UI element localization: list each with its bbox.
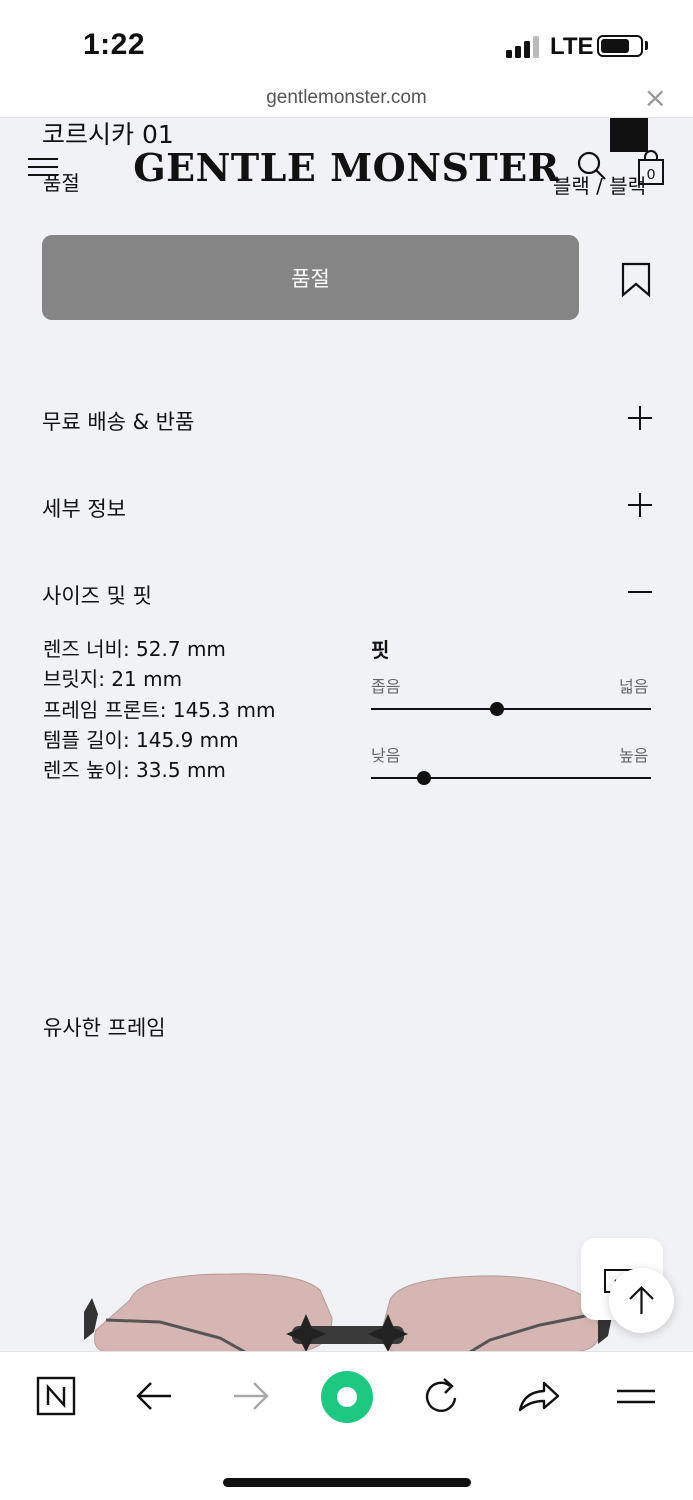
naver-icon[interactable] [31,1374,81,1420]
slider-knob [490,702,504,716]
url-bar[interactable]: gentlemonster.com × [0,84,693,118]
url-text[interactable]: gentlemonster.com [0,87,693,109]
battery-icon [597,35,643,57]
status-bar: 1:22 LTE [0,0,693,84]
accordion-label[interactable]: 세부 정보 [42,493,126,523]
size-bridge: 브릿지: 21 mm [43,667,183,692]
accordion-details[interactable]: 세부 정보 [42,487,652,527]
scroll-top-button[interactable] [609,1268,674,1333]
signal-icon [506,36,540,58]
shopping-bag-icon[interactable]: 0 [636,150,666,186]
fit-height-max-label: 높음 [619,746,649,765]
product-image[interactable] [70,1270,630,1352]
fit-width-min-label: 좁음 [371,677,401,696]
back-arrow-icon[interactable] [129,1374,179,1420]
size-lens-height: 렌즈 높이: 33.5 mm [43,758,226,783]
slider-track [371,777,651,779]
accordion-label[interactable]: 사이즈 및 핏 [42,580,152,610]
size-frame-front: 프레임 프론트: 145.3 mm [43,697,276,722]
color-name: 블랙 / 블랙 [553,174,647,198]
battery-tip [645,41,648,50]
refresh-icon[interactable] [417,1374,467,1420]
slider-track [371,708,651,710]
bookmark-icon[interactable] [621,262,651,298]
fit-width-slider [371,702,651,716]
size-lens-width: 렌즈 너비: 52.7 mm [43,637,226,661]
bag-count: 0 [647,166,655,183]
status-time: 1:22 [83,28,146,61]
accordion-shipping[interactable]: 무료 배송 & 반품 [42,400,652,440]
plus-icon[interactable] [628,493,652,517]
close-icon[interactable]: × [644,84,667,112]
arrow-up-icon[interactable] [609,1268,674,1333]
fit-height-min-label: 낮음 [371,746,401,765]
fit-width-max-label: 넓음 [619,677,649,696]
slider-knob [417,771,432,785]
forward-arrow-icon[interactable] [226,1374,276,1420]
similar-frames-title: 유사한 프레임 [43,1016,166,1040]
fit-height-slider [371,771,651,785]
size-list: 렌즈 너비: 52.7 mm 브릿지: 21 mm 프레임 프론트: 145.3… [43,634,275,785]
plus-icon[interactable] [628,406,652,430]
network-type: LTE [550,33,594,60]
soldout-button[interactable]: 품절 [42,235,579,320]
accordion-size-fit[interactable]: 사이즈 및 핏 [42,574,652,614]
fit-title: 핏 [371,638,390,662]
accordion-label[interactable]: 무료 배송 & 반품 [42,406,194,436]
share-icon[interactable] [514,1374,564,1420]
menu-icon[interactable] [611,1374,661,1420]
green-dot-icon[interactable] [317,1369,377,1425]
minus-icon[interactable] [628,580,652,604]
size-temple-length: 템플 길이: 145.9 mm [43,727,239,752]
home-indicator [223,1478,471,1487]
browser-toolbar [0,1351,693,1500]
